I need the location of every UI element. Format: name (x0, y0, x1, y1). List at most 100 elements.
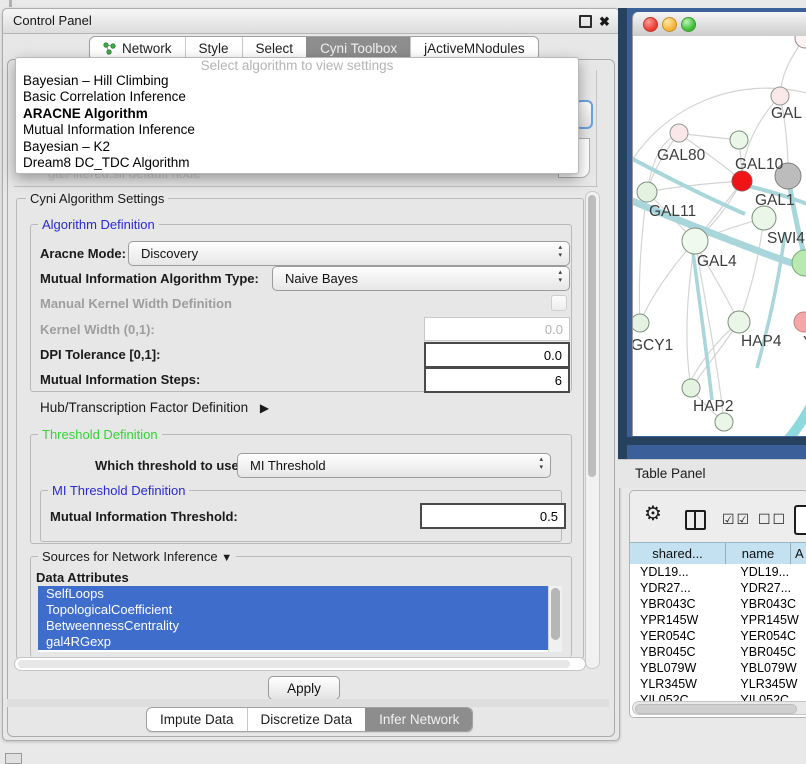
attribute-list-item[interactable]: SelfLoops (38, 586, 549, 602)
table-row[interactable]: YDR27...YDR27...12 (630, 580, 806, 596)
settings-vertical-scrollbar-thumb[interactable] (588, 195, 596, 477)
tab-infer-network[interactable]: Infer Network (365, 708, 472, 731)
partial-toolbar-icon[interactable] (794, 505, 806, 535)
table-cell[interactable]: YLR345W (734, 676, 804, 692)
network-node[interactable] (732, 171, 752, 191)
algorithm-menu-item[interactable]: Basic Correlation Inference (16, 89, 578, 105)
network-edge[interactable] (781, 380, 806, 436)
table-cell[interactable]: YBR045C (630, 644, 734, 660)
table-cell[interactable]: YBR043C (734, 596, 804, 612)
table-row[interactable]: YBR043CYBR043C (630, 596, 806, 612)
control-panel-titlebar[interactable]: Control Panel ✖ (3, 9, 619, 34)
network-node[interactable] (752, 206, 776, 230)
close-traffic-light[interactable] (643, 17, 658, 32)
table-cell[interactable]: YBR043C (630, 596, 734, 612)
split-columns-icon[interactable] (685, 510, 706, 530)
sources-legend[interactable]: Sources for Network Inference ▼ (38, 549, 236, 564)
attribute-list-item[interactable]: BetweennessCentrality (38, 618, 549, 634)
table-cell[interactable]: YDL19... (734, 564, 804, 580)
hidden-groupbox-edge (14, 186, 598, 187)
table-row[interactable]: YBR045CYBR045C9. (630, 644, 806, 660)
settings-horizontal-scrollbar[interactable] (14, 657, 586, 671)
manual-kernel-checkbox[interactable] (551, 295, 567, 311)
network-node-label: HAP4 (741, 333, 782, 350)
table-cell[interactable]: YDL19... (630, 564, 734, 580)
network-node[interactable] (728, 311, 750, 333)
algorithm-menu-item[interactable]: Bayesian – Hill Climbing (16, 73, 578, 89)
data-attributes-label: Data Attributes (36, 570, 129, 585)
table-cell[interactable]: YDR27... (734, 580, 804, 596)
attribute-list-item[interactable]: gal4RGexp (38, 634, 549, 650)
network-edge[interactable] (691, 322, 739, 388)
network-node[interactable] (730, 131, 748, 149)
table-row[interactable]: YPR145WYPR145W9. (630, 612, 806, 628)
network-node[interactable] (670, 124, 688, 142)
table-header-partial[interactable]: A (791, 543, 806, 564)
aracne-mode-combobox[interactable]: Discovery ▴▾ (128, 241, 570, 266)
attribute-list-item[interactable]: TopologicalCoefficient (38, 602, 549, 618)
network-node[interactable] (682, 228, 708, 254)
table-horizontal-scrollbar-thumb[interactable] (635, 704, 797, 714)
table-cell[interactable]: YER054C (630, 628, 734, 644)
attribute-list-scrollbar-thumb[interactable] (551, 588, 560, 640)
table-header-name[interactable]: name (726, 543, 791, 564)
table-cell[interactable]: YDR27... (630, 580, 734, 596)
network-node[interactable] (792, 250, 806, 276)
network-node-label: GCY1 (633, 337, 673, 354)
table-row[interactable]: YDL19...YDL19...13 (630, 564, 806, 580)
algorithm-menu-item[interactable]: Mutual Information Inference (16, 122, 578, 138)
network-node-label: GAL80 (657, 147, 706, 164)
settings-horizontal-scrollbar-thumb[interactable] (18, 660, 570, 668)
close-icon[interactable]: ✖ (599, 15, 610, 28)
network-edge[interactable] (640, 241, 695, 323)
algorithm-menu-item[interactable]: Bayesian – K2 (16, 139, 578, 155)
settings-vertical-scrollbar[interactable] (585, 191, 600, 669)
gear-icon[interactable]: ⚙ (644, 504, 662, 524)
table-row[interactable]: YBL079WYBL079W (630, 660, 806, 676)
network-node[interactable] (633, 314, 649, 332)
which-threshold-combobox[interactable]: MI Threshold ▴▾ (237, 453, 551, 478)
apply-button[interactable]: Apply (268, 676, 340, 700)
table-cell[interactable]: YBL079W (630, 660, 734, 676)
network-window-titlebar[interactable] (632, 12, 806, 37)
network-node[interactable] (682, 379, 700, 397)
table-cell[interactable]: YLR345W (630, 676, 734, 692)
table-row[interactable]: YLR345WYLR345W9. (630, 676, 806, 692)
checked-boxes-icon[interactable]: ☑☑ (722, 511, 751, 528)
unchecked-boxes-icon[interactable]: ☐☐ (758, 511, 787, 528)
zoom-traffic-light[interactable] (681, 17, 696, 32)
network-node[interactable] (794, 312, 806, 332)
algorithm-menu-item[interactable]: ARACNE Algorithm (16, 106, 578, 122)
hub-definition-expander[interactable]: Hub/Transcription Factor Definition ▶ (40, 400, 269, 415)
table-row[interactable]: YER054CYER054C8. (630, 628, 806, 644)
bottom-left-widget[interactable] (5, 753, 22, 764)
dpi-tolerance-field[interactable]: 0.0 (424, 342, 570, 368)
hub-definition-label: Hub/Transcription Factor Definition (40, 400, 248, 415)
kernel-width-field[interactable]: 0.0 (424, 317, 570, 341)
table-header-shared[interactable]: shared... (630, 543, 726, 564)
float-window-icon[interactable] (579, 15, 592, 28)
table-cell[interactable]: YPR145W (630, 612, 734, 628)
table-cell[interactable]: YBR045C (734, 644, 804, 660)
network-edge[interactable] (739, 218, 764, 322)
mi-threshold-field[interactable]: 0.5 (420, 503, 566, 529)
network-node[interactable] (771, 87, 789, 105)
minimize-traffic-light[interactable] (662, 17, 677, 32)
tab-discretize-data[interactable]: Discretize Data (247, 708, 366, 731)
algorithm-menu-item[interactable]: Dream8 DC_TDC Algorithm (16, 155, 578, 171)
network-node[interactable] (715, 413, 733, 431)
table-cell[interactable]: YBL079W (734, 660, 804, 676)
network-edge[interactable] (639, 192, 647, 323)
table-horizontal-scrollbar[interactable] (632, 701, 806, 715)
mi-type-combobox[interactable]: Naive Bayes ▴▾ (272, 266, 570, 291)
network-node[interactable] (637, 182, 657, 202)
network-canvas[interactable]: GALGAL80GAL10GAL11GAL1SWI4GAL4GCY1HAP4YH… (632, 36, 806, 436)
tab-impute-data[interactable]: Impute Data (147, 708, 247, 731)
mi-steps-field[interactable]: 6 (424, 367, 570, 393)
attribute-list-scrollbar[interactable] (548, 586, 562, 652)
table-cell[interactable]: YER054C (734, 628, 804, 644)
network-node[interactable] (795, 36, 806, 48)
table-cell[interactable]: YPR145W (734, 612, 804, 628)
manual-kernel-label: Manual Kernel Width Definition (40, 296, 232, 311)
combo-arrows-icon: ▴▾ (539, 456, 543, 472)
